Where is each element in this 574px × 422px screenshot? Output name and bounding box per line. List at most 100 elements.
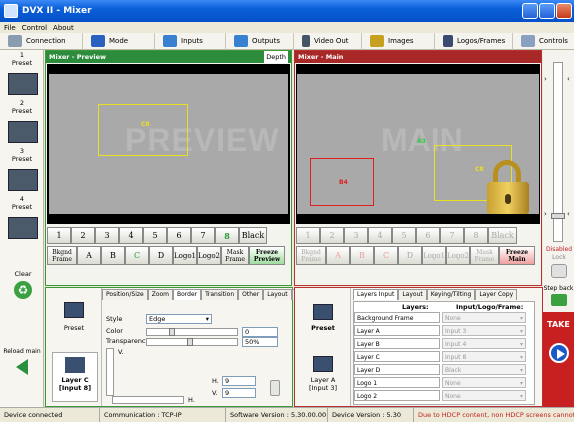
link-toggle-button[interactable] bbox=[270, 380, 280, 396]
lock-icon[interactable] bbox=[551, 264, 567, 278]
tab-keying-tilting[interactable]: Keying/Tilting bbox=[426, 289, 476, 300]
main-logo2-button[interactable]: Logo2 bbox=[446, 246, 470, 265]
tab-layers-input[interactable]: Layers Input bbox=[353, 289, 399, 300]
menu-about[interactable]: About bbox=[53, 24, 74, 32]
controls-button[interactable]: Controls bbox=[513, 33, 574, 50]
preset-2-button[interactable]: 2 Preset bbox=[2, 99, 42, 145]
main-screen[interactable]: MAIN A3 B4 C8 bbox=[296, 64, 540, 224]
menu-control[interactable]: Control bbox=[22, 24, 47, 32]
step-back-button[interactable] bbox=[551, 294, 567, 306]
v-value-field[interactable]: 9 bbox=[222, 388, 256, 398]
layer-input-select[interactable]: Black bbox=[442, 364, 526, 376]
main-logo1-button[interactable]: Logo1 bbox=[422, 246, 446, 265]
preset-4-button[interactable]: 4 Preset bbox=[2, 195, 42, 241]
main-layer-buttons: Bkgnd Frame A B C D Logo1 Logo2 Mask Fra… bbox=[296, 246, 541, 265]
main-btn-black[interactable]: Black bbox=[488, 227, 517, 244]
preview-layer-c-box[interactable]: C8 bbox=[98, 104, 188, 156]
tab-other[interactable]: Other bbox=[238, 289, 264, 300]
preview-btn-7[interactable]: 7 bbox=[191, 227, 215, 244]
layer-input-select[interactable]: Input 3 bbox=[442, 325, 526, 337]
main-btn-4[interactable]: 4 bbox=[368, 227, 392, 244]
connection-button[interactable]: Connection bbox=[0, 32, 83, 50]
depth-slider[interactable] bbox=[551, 62, 565, 242]
main-preset-label[interactable]: Preset bbox=[295, 324, 351, 332]
preview-btn-2[interactable]: 2 bbox=[71, 227, 95, 244]
images-button[interactable]: Images bbox=[362, 32, 435, 50]
layer-input-select[interactable]: None bbox=[442, 377, 526, 389]
clear-button[interactable]: Clear ♻ bbox=[6, 270, 40, 299]
main-layer-d-button[interactable]: D bbox=[398, 246, 422, 265]
tab-transition[interactable]: Transition bbox=[201, 289, 239, 300]
main-btn-1[interactable]: 1 bbox=[296, 227, 320, 244]
layer-input-select[interactable]: Input 4 bbox=[442, 338, 526, 350]
main-layer-b-button[interactable]: B bbox=[350, 246, 374, 265]
depth-button[interactable]: Depth bbox=[264, 51, 288, 63]
minimize-button[interactable] bbox=[522, 3, 538, 19]
main-btn-3[interactable]: 3 bbox=[344, 227, 368, 244]
vertical-position-slider[interactable] bbox=[106, 348, 114, 396]
close-button[interactable] bbox=[556, 3, 572, 19]
preview-btn-5[interactable]: 5 bbox=[143, 227, 167, 244]
preview-layer-d-button[interactable]: D bbox=[149, 246, 173, 265]
reload-main-button[interactable]: Reload main bbox=[2, 348, 42, 375]
main-mask-frame-button[interactable]: Mask Frame bbox=[470, 246, 499, 265]
preview-layer-a-button[interactable]: A bbox=[77, 246, 101, 265]
preview-preset-label[interactable]: Preset bbox=[46, 324, 102, 332]
transparency-slider[interactable] bbox=[146, 338, 238, 346]
main-btn-8[interactable]: 8 bbox=[464, 227, 488, 244]
take-button[interactable]: TAKE bbox=[543, 312, 574, 407]
inputs-button[interactable]: Inputs bbox=[155, 32, 226, 50]
preview-logo1-button[interactable]: Logo1 bbox=[173, 246, 197, 265]
freeze-main-button[interactable]: Freeze Main bbox=[499, 246, 535, 265]
main-layer-label[interactable]: Layer A [Input 3] bbox=[303, 376, 343, 392]
layer-input-select[interactable]: None bbox=[442, 390, 526, 402]
preview-btn-1[interactable]: 1 bbox=[47, 227, 71, 244]
preview-btn-black[interactable]: Black bbox=[239, 227, 267, 244]
main-btn-7[interactable]: 7 bbox=[440, 227, 464, 244]
style-select[interactable]: Edge ▾ bbox=[146, 314, 212, 324]
layer-input-select[interactable]: Input 8 bbox=[442, 351, 526, 363]
maximize-button[interactable] bbox=[539, 3, 555, 19]
preview-mask-frame-button[interactable]: Mask Frame bbox=[221, 246, 249, 265]
tab-layout[interactable]: Layout bbox=[263, 289, 292, 300]
preview-layer-c-button[interactable]: C bbox=[125, 246, 149, 265]
main-layer-a-button[interactable]: A bbox=[326, 246, 350, 265]
window-title: DVX II - Mixer bbox=[22, 6, 92, 16]
video-out-button[interactable]: Video Out bbox=[294, 32, 362, 50]
main-layer-c-button[interactable]: C bbox=[374, 246, 398, 265]
tab-layout-main[interactable]: Layout bbox=[398, 289, 427, 300]
menu-file[interactable]: File bbox=[4, 24, 16, 32]
main-btn-6[interactable]: 6 bbox=[416, 227, 440, 244]
preview-btn-6[interactable]: 6 bbox=[167, 227, 191, 244]
tab-layer-copy[interactable]: Layer Copy bbox=[475, 289, 518, 300]
outputs-button[interactable]: Outputs bbox=[226, 32, 294, 50]
main-layer-b-box[interactable]: B4 bbox=[310, 158, 374, 206]
preview-bkgnd-frame-button[interactable]: Bkgnd Frame bbox=[47, 246, 77, 265]
horizontal-position-slider[interactable] bbox=[112, 396, 184, 404]
tab-position-size[interactable]: Position/Size bbox=[102, 289, 148, 300]
main-bkgnd-frame-button[interactable]: Bkgnd Frame bbox=[296, 246, 326, 265]
tab-zoom[interactable]: Zoom bbox=[147, 289, 173, 300]
preset-4-thumbnail bbox=[8, 217, 38, 239]
preset-1-button[interactable]: 1 Preset bbox=[2, 51, 42, 97]
preview-logo2-button[interactable]: Logo2 bbox=[197, 246, 221, 265]
preview-screen[interactable]: PREVIEW C8 bbox=[47, 64, 290, 224]
transparency-value-field[interactable]: 50% bbox=[242, 337, 278, 347]
preview-layer-b-button[interactable]: B bbox=[101, 246, 125, 265]
main-btn-5[interactable]: 5 bbox=[392, 227, 416, 244]
color-slider[interactable] bbox=[146, 328, 238, 336]
layer-input-select[interactable]: None bbox=[442, 312, 526, 324]
mode-button[interactable]: Mode bbox=[83, 32, 155, 50]
preset-3-button[interactable]: 3 Preset bbox=[2, 147, 42, 193]
h-value-field[interactable]: 9 bbox=[222, 376, 256, 386]
color-value-field[interactable]: 0 bbox=[242, 327, 278, 337]
preview-btn-4[interactable]: 4 bbox=[119, 227, 143, 244]
main-btn-2[interactable]: 2 bbox=[320, 227, 344, 244]
tab-border[interactable]: Border bbox=[173, 289, 202, 300]
freeze-preview-button[interactable]: Freeze Preview bbox=[249, 246, 285, 265]
preview-btn-8[interactable]: 8 bbox=[215, 227, 239, 244]
preview-layer-card[interactable]: Layer C [Input 8] bbox=[52, 352, 98, 402]
preview-btn-3[interactable]: 3 bbox=[95, 227, 119, 244]
main-header: Mixer - Main bbox=[295, 51, 541, 63]
logos-frames-button[interactable]: Logos/Frames bbox=[435, 32, 513, 50]
